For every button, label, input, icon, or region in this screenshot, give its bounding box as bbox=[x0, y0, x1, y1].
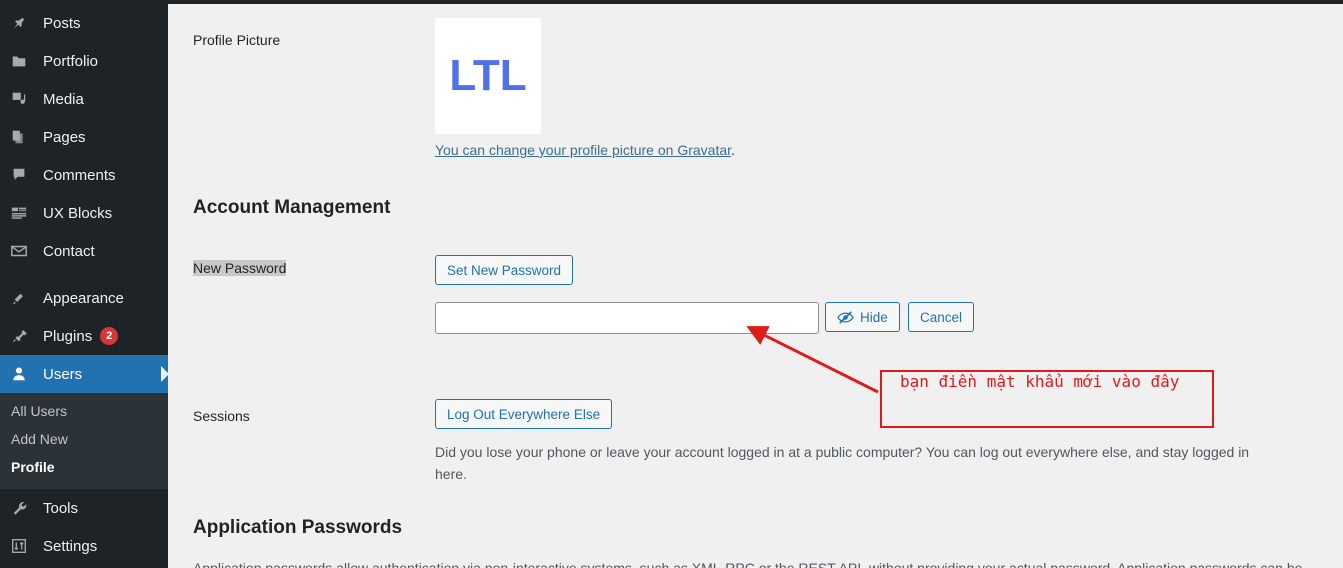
gravatar-link[interactable]: You can change your profile picture on G… bbox=[435, 142, 731, 158]
pin-icon bbox=[10, 13, 36, 33]
envelope-icon bbox=[10, 241, 36, 261]
wordpress-admin-screen: Posts Portfolio Media Pages Comments UX … bbox=[0, 0, 1343, 568]
password-input-wrap bbox=[435, 302, 819, 334]
gravatar-link-period: . bbox=[731, 142, 735, 158]
sliders-icon bbox=[10, 536, 36, 556]
profile-picture-label: Profile Picture bbox=[193, 32, 281, 48]
hide-password-button[interactable]: Hide bbox=[825, 302, 900, 332]
sidebar-item-appearance[interactable]: Appearance bbox=[0, 279, 168, 317]
sidebar-item-media[interactable]: Media bbox=[0, 80, 168, 118]
sidebar-item-settings[interactable]: Settings bbox=[0, 527, 168, 565]
sidebar-subitem-profile[interactable]: Profile bbox=[0, 453, 168, 481]
profile-settings-content: Profile Picture LTL You can change your … bbox=[168, 4, 1343, 568]
account-management-heading: Account Management bbox=[193, 197, 391, 218]
sidebar-label-posts: Posts bbox=[43, 14, 81, 32]
hide-password-button-label: Hide bbox=[860, 309, 888, 325]
paintbrush-icon bbox=[10, 288, 36, 308]
sidebar-item-users[interactable]: Users bbox=[0, 355, 168, 393]
avatar-initials: LTL bbox=[449, 51, 527, 100]
wrench-icon bbox=[10, 498, 36, 518]
sidebar-label-pages: Pages bbox=[43, 128, 86, 146]
sidebar-label-portfolio: Portfolio bbox=[43, 52, 99, 70]
media-icon bbox=[10, 89, 36, 109]
new-password-label: New Password bbox=[193, 260, 287, 276]
eye-slash-icon bbox=[837, 309, 854, 326]
sidebar-label-ux-blocks: UX Blocks bbox=[43, 204, 113, 222]
sidebar-item-portfolio[interactable]: Portfolio bbox=[0, 42, 168, 80]
sidebar-label-settings: Settings bbox=[43, 537, 98, 555]
blocks-icon bbox=[10, 203, 36, 223]
application-passwords-heading: Application Passwords bbox=[193, 517, 403, 538]
sidebar-item-contact[interactable]: Contact bbox=[0, 232, 168, 270]
sidebar-subitem-all-users[interactable]: All Users bbox=[0, 397, 168, 425]
sidebar-separator-1 bbox=[0, 270, 168, 279]
sidebar-label-tools: Tools bbox=[43, 499, 79, 517]
sidebar-item-tools[interactable]: Tools bbox=[0, 489, 168, 527]
sidebar-item-posts[interactable]: Posts bbox=[0, 4, 168, 42]
set-new-password-button-wrap: Set New Password bbox=[435, 255, 574, 285]
plug-icon bbox=[10, 326, 36, 346]
sidebar-label-comments: Comments bbox=[43, 166, 116, 184]
sidebar-label-media: Media bbox=[43, 90, 84, 108]
sidebar-item-ux-blocks[interactable]: UX Blocks bbox=[0, 194, 168, 232]
cancel-password-button-wrap: Cancel bbox=[908, 302, 975, 332]
sessions-label: Sessions bbox=[193, 408, 250, 424]
sidebar-label-users: Users bbox=[43, 365, 83, 383]
admin-sidebar: Posts Portfolio Media Pages Comments UX … bbox=[0, 0, 168, 568]
sidebar-item-comments[interactable]: Comments bbox=[0, 156, 168, 194]
sidebar-submenu-users: All Users Add New Profile bbox=[0, 393, 168, 489]
pages-icon bbox=[10, 127, 36, 147]
application-passwords-description: Application passwords allow authenticati… bbox=[193, 560, 1303, 568]
sessions-description: Did you lose your phone or leave your ac… bbox=[435, 444, 1250, 482]
hide-password-button-wrap: Hide bbox=[825, 302, 900, 332]
sidebar-item-plugins[interactable]: Plugins 2 bbox=[0, 317, 168, 355]
annotation-text: bạn điền mật khẩu mới vào đây bbox=[900, 372, 1180, 391]
user-icon bbox=[10, 364, 36, 384]
sidebar-label-plugins: Plugins bbox=[43, 327, 93, 345]
comment-icon bbox=[10, 165, 36, 185]
set-new-password-button[interactable]: Set New Password bbox=[435, 255, 574, 285]
new-password-input[interactable] bbox=[435, 302, 819, 334]
sidebar-label-appearance: Appearance bbox=[43, 289, 124, 307]
plugins-update-badge: 2 bbox=[100, 327, 119, 345]
log-out-everywhere-button-wrap: Log Out Everywhere Else bbox=[435, 399, 613, 429]
cancel-password-button[interactable]: Cancel bbox=[908, 302, 975, 332]
log-out-everywhere-else-button[interactable]: Log Out Everywhere Else bbox=[435, 399, 613, 429]
sidebar-item-pages[interactable]: Pages bbox=[0, 118, 168, 156]
avatar: LTL bbox=[435, 18, 541, 134]
sidebar-label-contact: Contact bbox=[43, 242, 95, 260]
gravatar-link-row: You can change your profile picture on G… bbox=[435, 142, 735, 160]
sidebar-subitem-add-new[interactable]: Add New bbox=[0, 425, 168, 453]
folder-icon bbox=[10, 51, 36, 71]
